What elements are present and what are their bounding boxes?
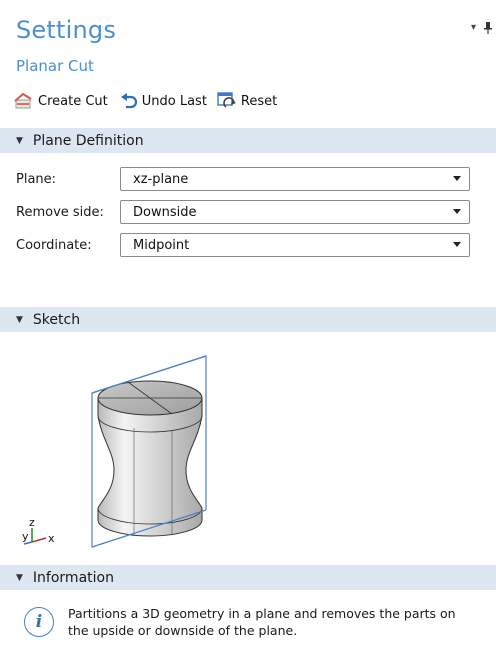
- axis-x-label: x: [48, 532, 55, 545]
- information-text: Partitions a 3D geometry in a plane and …: [68, 606, 456, 638]
- section-sketch[interactable]: ▼ Sketch: [0, 307, 496, 332]
- dropdown-caret-icon: [453, 242, 461, 247]
- plane-label: Plane:: [16, 171, 57, 187]
- section-information[interactable]: ▼ Information: [0, 565, 496, 590]
- plane-select[interactable]: xz-plane: [120, 167, 470, 191]
- create-cut-icon: [14, 92, 34, 110]
- reset-button[interactable]: Reset: [217, 92, 277, 110]
- plane-row: Plane: xz-plane: [16, 167, 472, 191]
- section-plane-definition-label: Plane Definition: [32, 132, 144, 149]
- remove-side-row: Remove side: Downside: [16, 200, 472, 224]
- coordinate-label: Coordinate:: [16, 237, 92, 253]
- remove-side-select[interactable]: Downside: [120, 200, 470, 224]
- toolbar: Create Cut Undo Last Reset: [14, 91, 277, 111]
- section-plane-definition[interactable]: ▼ Plane Definition: [0, 128, 496, 153]
- collapse-triangle-icon: ▼: [16, 572, 23, 583]
- sketch-geometry: y z x: [22, 355, 207, 548]
- reset-icon: [217, 92, 237, 110]
- info-icon: i: [24, 607, 54, 637]
- coordinate-row: Coordinate: Midpoint: [16, 233, 472, 257]
- pin-icon[interactable]: [484, 22, 492, 37]
- plane-value: xz-plane: [133, 171, 189, 187]
- window-controls: ▾: [471, 22, 492, 37]
- sketch-illustration: y z x: [10, 340, 230, 560]
- axis-y-label: y: [22, 530, 29, 543]
- axis-z-label: z: [29, 516, 35, 529]
- undo-last-button[interactable]: Undo Last: [120, 93, 207, 109]
- undo-icon: [120, 93, 138, 109]
- coordinate-select[interactable]: Midpoint: [120, 233, 470, 257]
- dropdown-caret-icon: [453, 209, 461, 214]
- window-menu-icon[interactable]: ▾: [471, 22, 476, 37]
- reset-label: Reset: [240, 93, 278, 109]
- dropdown-caret-icon: [453, 176, 461, 181]
- remove-side-label: Remove side:: [16, 204, 104, 220]
- collapse-triangle-icon: ▼: [16, 135, 23, 146]
- section-sketch-label: Sketch: [32, 311, 81, 328]
- create-cut-label: Create Cut: [38, 93, 108, 109]
- coordinate-value: Midpoint: [133, 237, 190, 253]
- undo-last-label: Undo Last: [141, 93, 207, 109]
- section-information-label: Information: [32, 569, 114, 586]
- collapse-triangle-icon: ▼: [16, 314, 23, 325]
- settings-title: Settings: [16, 16, 117, 44]
- create-cut-button[interactable]: Create Cut: [14, 92, 108, 110]
- remove-side-value: Downside: [133, 204, 197, 220]
- information-content: i Partitions a 3D geometry in a plane an…: [24, 605, 468, 639]
- node-subtitle: Planar Cut: [16, 57, 94, 75]
